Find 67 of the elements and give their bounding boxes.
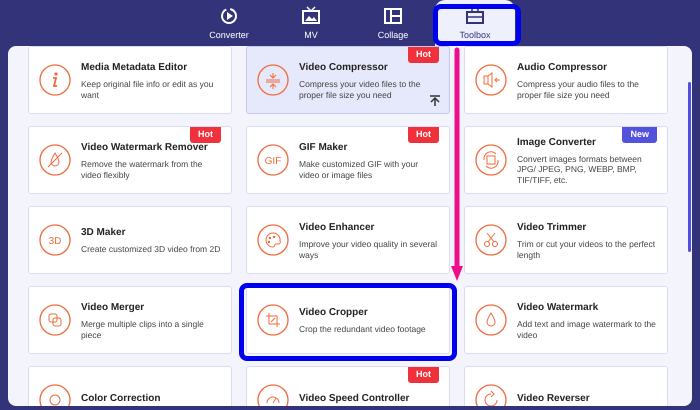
drop-icon: [475, 304, 507, 336]
tool-title: Video Enhancer: [299, 220, 376, 235]
tool-title: Audio Compressor: [517, 60, 608, 75]
tool-title: Video Cropper: [299, 306, 369, 320]
tool-card[interactable]: 3D 3D Maker Create customized 3D video from 2D: [28, 206, 232, 274]
tool-card[interactable]: Video Trimmer Trim or cut your videos to the perfect length: [464, 206, 668, 274]
tool-title: GIF Maker: [299, 140, 348, 155]
convert-icon: [219, 6, 239, 26]
upload-icon[interactable]: [429, 95, 441, 107]
palette-icon: [257, 224, 289, 256]
tool-description: Keep original file info or edit as you want: [81, 78, 214, 100]
tool-card[interactable]: Video Compressor Compress your video files to the proper file size you need Hot: [246, 46, 450, 114]
nav-tab[interactable]: MV: [271, 0, 351, 48]
tool-title: Video Watermark Remover: [81, 140, 209, 155]
nav-tab[interactable]: Converter: [189, 0, 269, 48]
tool-description: Compress your audio files to the proper file size you need: [517, 78, 640, 100]
tool-description: Merge multiple clips into a single piece: [81, 318, 205, 340]
image-convert-icon: [475, 144, 507, 176]
tool-card[interactable]: Color Correction: [28, 366, 232, 406]
tool-description: Crop the redundant video footage: [299, 324, 426, 335]
tool-card[interactable]: Audio Compressor Compress your audio files to the proper file size you need: [464, 46, 668, 114]
tool-description: Compress your video files to the proper file size you need: [299, 78, 422, 100]
scissors-icon: [475, 224, 507, 256]
tool-card[interactable]: Image Converter Convert images formats between JPG/ JPEG, PNG, WEBP, BMP, TIF/TIFF, etc. New: [464, 126, 668, 194]
crop-icon: [257, 304, 289, 336]
tool-title: 3D Maker: [81, 226, 126, 240]
merge-icon: [39, 304, 71, 336]
drop-crossed-icon: [39, 144, 71, 176]
tag: Hot: [408, 127, 439, 142]
tool-description: Add text and image watermark to the video: [517, 318, 657, 340]
tool-card[interactable]: Media Metadata Editor Keep original file info or edit as you want: [28, 46, 232, 114]
tag: Hot: [190, 127, 221, 142]
label-icon: GIF: [257, 144, 289, 176]
tv-icon: [301, 6, 321, 26]
tool-description: Create customized 3D video from 2D: [81, 244, 220, 255]
tool-card[interactable]: Video Reverser: [464, 366, 668, 406]
label-icon: 3D: [39, 224, 71, 256]
nav-tab[interactable]: Collage: [353, 0, 433, 48]
tool-description: Trim or cut your videos to the perfect length: [517, 238, 656, 260]
tool-card[interactable]: Video Enhancer Improve your video quality in several ways: [246, 206, 450, 274]
layout-icon: [383, 6, 403, 26]
compress-icon: [257, 64, 289, 96]
tool-description: Convert images formats between JPG/ JPEG, PNG, WEBP, BMP, TIF/TIFF, etc.: [517, 154, 643, 186]
tool-title: Media Metadata Editor: [81, 60, 188, 75]
tool-title: Color Correction: [81, 392, 160, 406]
tool-card[interactable]: Video Speed Controller Hot: [246, 366, 450, 406]
tool-card[interactable]: Video Watermark Add text and image watermark to the video: [464, 286, 668, 354]
tool-card[interactable]: Video Cropper Crop the redundant video footage: [246, 286, 450, 354]
tool-title: Video Compressor: [299, 60, 389, 75]
tool-card[interactable]: Video Watermark Remover Remove the watermark from the video flexibly Hot: [28, 126, 232, 194]
scrollbar[interactable]: [688, 82, 691, 252]
tool-title: Video Merger: [81, 300, 146, 315]
tool-card[interactable]: GIF GIF Maker Make customized GIF with your video or image files Hot: [246, 126, 450, 194]
tool-title: Image Converter: [517, 136, 597, 150]
tool-description: Improve your video quality in several ways: [299, 238, 438, 260]
tool-card[interactable]: Video Merger Merge multiple clips into a single piece: [28, 286, 232, 354]
info-icon: [39, 64, 71, 96]
tool-title: Video Trimmer: [517, 220, 588, 235]
tool-title: Video Reverser: [517, 392, 590, 406]
speaker-icon: [475, 64, 507, 96]
tool-description: Remove the watermark from the video flexibly: [81, 158, 204, 180]
tag: Hot: [408, 47, 439, 62]
tool-description: Make customized GIF with your video or image files: [299, 158, 420, 180]
tool-title: Video Speed Controller: [299, 392, 410, 406]
tag: Hot: [408, 367, 439, 382]
tag: New: [622, 127, 657, 142]
tool-title: Video Watermark: [517, 300, 600, 315]
